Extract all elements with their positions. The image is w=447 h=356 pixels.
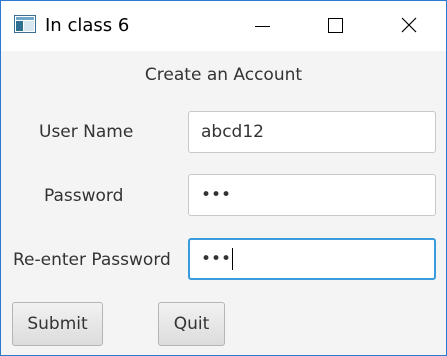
maximize-button[interactable] xyxy=(307,1,365,51)
username-value: abcd12 xyxy=(201,122,264,142)
username-label: User Name xyxy=(39,122,134,142)
password-label: Password xyxy=(44,186,124,206)
close-button[interactable] xyxy=(381,1,439,51)
reenter-password-label: Re-enter Password xyxy=(13,250,171,270)
minimize-button[interactable] xyxy=(233,1,291,51)
app-window: In class 6 Create an Account User Name a… xyxy=(0,0,447,356)
window-title: In class 6 xyxy=(45,15,130,36)
reenter-password-input[interactable]: ••• xyxy=(188,238,436,280)
submit-button[interactable]: Submit xyxy=(12,302,103,346)
text-caret xyxy=(232,248,234,270)
title-bar[interactable]: In class 6 xyxy=(1,1,446,51)
reenter-password-value: ••• xyxy=(201,249,232,269)
password-value: ••• xyxy=(201,185,232,205)
maximize-icon xyxy=(328,18,343,33)
password-input[interactable]: ••• xyxy=(188,174,436,216)
username-input[interactable]: abcd12 xyxy=(188,111,436,153)
quit-button[interactable]: Quit xyxy=(158,302,225,346)
minimize-icon xyxy=(255,26,270,27)
form-heading: Create an Account xyxy=(144,65,303,85)
app-window-icon xyxy=(14,15,36,33)
close-icon xyxy=(401,17,417,33)
